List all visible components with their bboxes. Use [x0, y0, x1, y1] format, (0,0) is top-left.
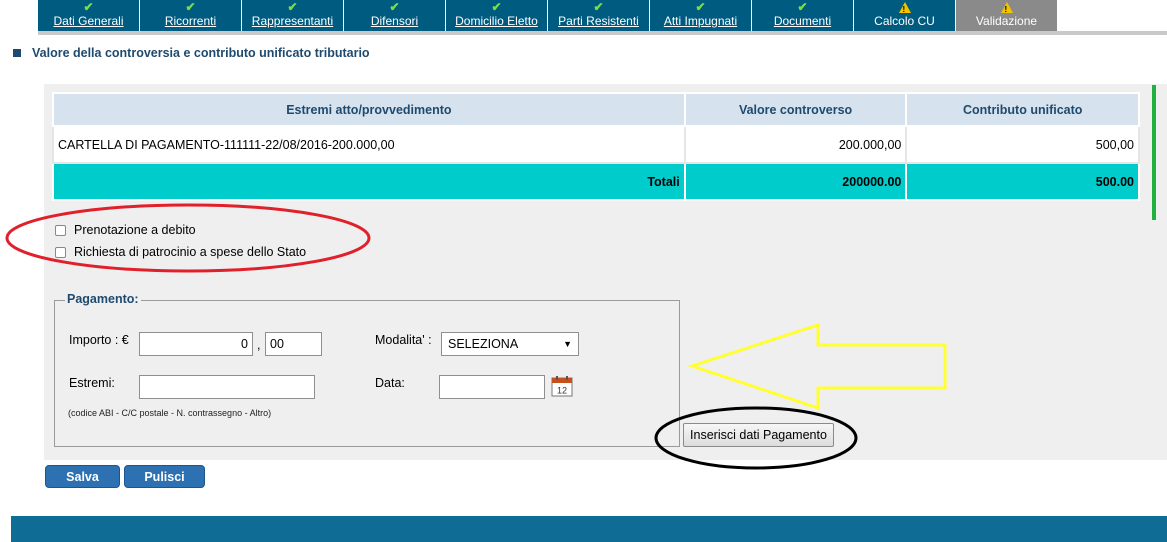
importo-dec-input[interactable]: 00 — [265, 332, 322, 356]
clear-button[interactable]: Pulisci — [124, 465, 205, 488]
tab-documenti[interactable]: ✔ Documenti — [752, 0, 853, 31]
save-button[interactable]: Salva — [45, 465, 120, 488]
estremi-label: Estremi: — [69, 376, 115, 390]
modalita-select[interactable]: SELEZIONA ▼ — [441, 332, 579, 356]
tab-rappresentanti[interactable]: ✔ Rappresentanti — [242, 0, 343, 31]
tab-dati-generali[interactable]: ✔ Dati Generali — [38, 0, 139, 31]
table-row: CARTELLA DI PAGAMENTO-111111-22/08/2016-… — [52, 125, 1140, 164]
check-icon: ✔ — [389, 0, 400, 14]
section-title: Valore della controversia e contributo u… — [13, 46, 370, 60]
check-icon: ✔ — [797, 0, 808, 14]
bullet-square-icon — [13, 49, 21, 57]
table-header-row: Estremi atto/provvedimento Valore contro… — [52, 92, 1140, 127]
tab-label: Atti Impugnati — [663, 14, 738, 28]
prenotazione-checkbox[interactable] — [55, 224, 66, 236]
tab-bar: ✔ Dati Generali ✔ Ricorrenti ✔ Rappresentan… — [38, 0, 1058, 31]
tab-difensori[interactable]: ✔ Difensori — [344, 0, 445, 31]
check-icon: ✔ — [593, 0, 604, 14]
tab-calcolo-cu[interactable]: Calcolo CU — [854, 0, 955, 31]
scroll-indicator — [1152, 85, 1156, 220]
check-icon: ✔ — [185, 0, 196, 14]
column-header: Estremi atto/provvedimento — [52, 92, 686, 127]
check-icon: ✔ — [287, 0, 298, 14]
totals-row: Totali 200000.00 500.00 — [52, 162, 1140, 201]
tab-label: Domicilio Eletto — [455, 14, 538, 28]
footer-bar — [11, 516, 1167, 542]
tab-label: Ricorrenti — [164, 14, 217, 28]
cell-estremi: CARTELLA DI PAGAMENTO-111111-22/08/2016-… — [52, 125, 686, 164]
inserisci-pagamento-button[interactable]: Inserisci dati Pagamento — [683, 423, 834, 447]
decimal-separator: , — [257, 338, 261, 352]
pagamento-fieldset — [54, 300, 680, 447]
column-header: Valore controverso — [683, 92, 908, 127]
dropdown-arrow-icon: ▼ — [563, 339, 572, 349]
data-input[interactable] — [439, 375, 545, 399]
estremi-input[interactable] — [139, 375, 315, 399]
totals-label: Totali — [52, 162, 686, 201]
cell-contributo: 500,00 — [905, 125, 1140, 164]
pagamento-legend: Pagamento: — [65, 292, 141, 306]
tab-label: Parti Resistenti — [558, 14, 639, 28]
tab-underline — [38, 31, 1167, 35]
patrocinio-row: Richiesta di patrocinio a spese dello St… — [55, 245, 306, 259]
tab-label: Rappresentanti — [251, 14, 334, 28]
tab-atti-impugnati[interactable]: ✔ Atti Impugnati — [650, 0, 751, 31]
patrocinio-label: Richiesta di patrocinio a spese dello St… — [74, 245, 307, 259]
totals-valore: 200000.00 — [683, 162, 908, 201]
modalita-value: SELEZIONA — [448, 337, 519, 351]
modalita-label: Modalita' : — [375, 333, 432, 347]
section-title-text: Valore della controversia e contributo u… — [32, 46, 370, 60]
totals-contributo: 500.00 — [905, 162, 1140, 201]
tab-label: Calcolo CU — [874, 14, 935, 28]
check-icon: ✔ — [695, 0, 706, 14]
tab-domicilio-eletto[interactable]: ✔ Domicilio Eletto — [446, 0, 547, 31]
calendar-icon[interactable]: 12 — [551, 375, 573, 397]
cell-valore: 200.000,00 — [683, 125, 908, 164]
column-header: Contributo unificato — [905, 92, 1140, 127]
importo-int-input[interactable]: 0 — [139, 332, 253, 356]
check-icon: ✔ — [83, 0, 94, 14]
prenotazione-row: Prenotazione a debito — [55, 223, 196, 237]
tab-ricorrenti[interactable]: ✔ Ricorrenti — [140, 0, 241, 31]
warning-icon — [898, 2, 911, 16]
tab-label: Validazione — [975, 14, 1038, 28]
estremi-hint: (codice ABI - C/C postale - N. contrasse… — [68, 408, 272, 418]
patrocinio-checkbox[interactable] — [55, 246, 66, 258]
check-icon: ✔ — [491, 0, 502, 14]
tab-parti-resistenti[interactable]: ✔ Parti Resistenti — [548, 0, 649, 31]
importo-label: Importo : € — [69, 333, 129, 347]
calendar-day: 12 — [557, 386, 567, 396]
tab-label: Difensori — [370, 14, 419, 28]
tab-validazione[interactable]: Validazione — [956, 0, 1057, 31]
prenotazione-label: Prenotazione a debito — [74, 223, 196, 237]
warning-icon — [1000, 2, 1013, 16]
tab-label: Documenti — [773, 14, 832, 28]
contributo-table: Estremi atto/provvedimento Valore contro… — [52, 92, 1140, 201]
tab-label: Dati Generali — [53, 14, 124, 28]
data-label: Data: — [375, 376, 405, 390]
